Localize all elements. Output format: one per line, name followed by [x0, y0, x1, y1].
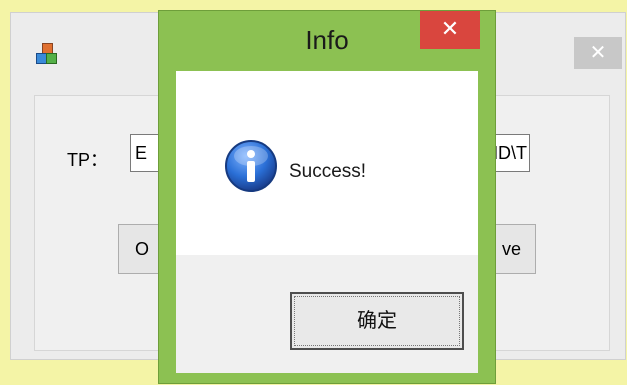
tp-label: TP： — [67, 150, 109, 170]
info-dialog: Info ✕ Success! 确定 — [158, 10, 496, 384]
dialog-body: Success! 确定 — [176, 71, 478, 373]
app-icon — [36, 43, 57, 65]
main-close-button[interactable]: ✕ — [574, 37, 622, 69]
dialog-close-button[interactable]: ✕ — [420, 11, 480, 49]
info-icon — [225, 140, 277, 192]
dialog-message: Success! — [289, 161, 367, 182]
tp-value-start: E — [135, 143, 148, 163]
ok-button[interactable]: 确定 — [290, 292, 464, 350]
